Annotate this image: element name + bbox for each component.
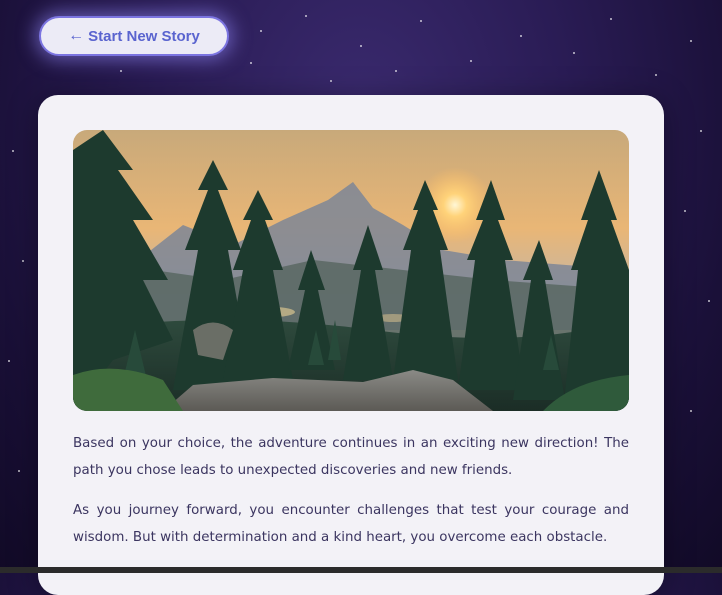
story-paragraph-2: As you journey forward, you encounter ch… (73, 503, 629, 545)
story-card: Based on your choice, the adventure cont… (38, 95, 664, 595)
bottom-edge-bar (0, 567, 722, 573)
story-illustration-image (73, 130, 629, 411)
start-new-story-label: Start New Story (88, 27, 200, 45)
story-text: Based on your choice, the adventure cont… (73, 431, 629, 565)
start-new-story-button[interactable]: ← Start New Story (39, 16, 229, 56)
story-paragraph-1: Based on your choice, the adventure cont… (73, 436, 629, 478)
back-arrow-icon: ← (68, 27, 85, 44)
